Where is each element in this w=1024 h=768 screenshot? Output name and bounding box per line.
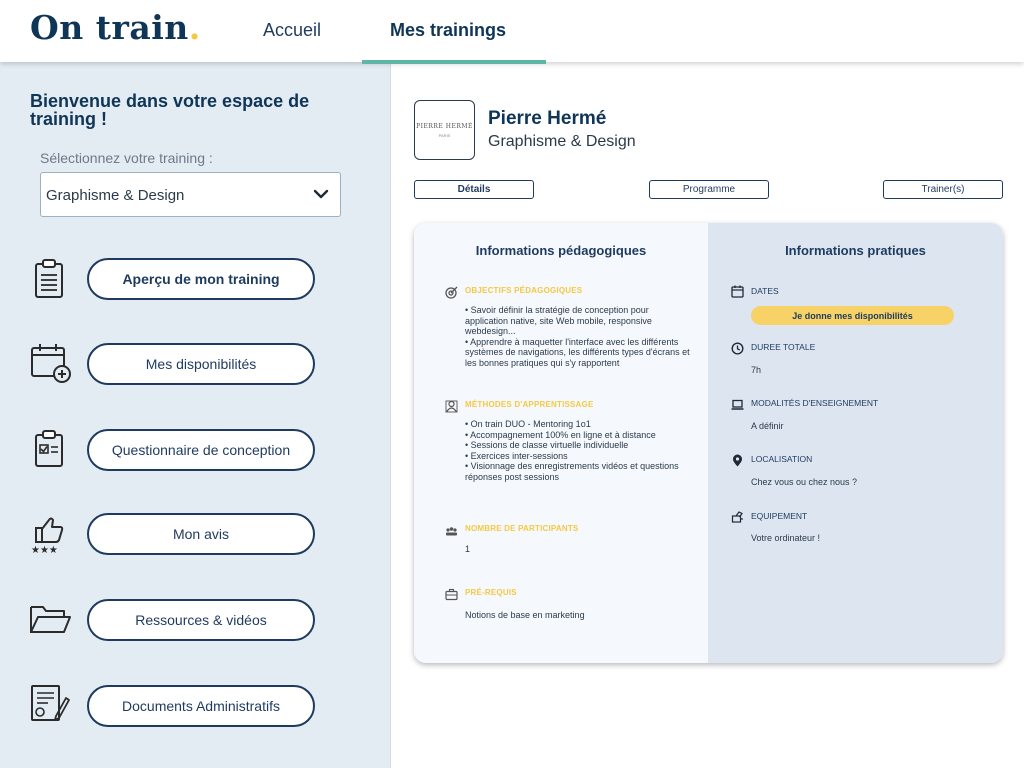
method-item: • Visionnage des enregistrements vidéos …: [465, 461, 679, 482]
avatar-logo-text: PIERRE HERMÉ: [416, 122, 473, 130]
chevron-down-icon: [313, 189, 329, 199]
participants-title: NOMBRE DE PARTICIPANTS: [465, 524, 579, 533]
briefcase-icon: [445, 588, 458, 601]
apercu-training-button[interactable]: Aperçu de mon training: [87, 258, 315, 300]
logo-dot: .: [188, 8, 201, 47]
ressources-videos-button[interactable]: Ressources & vidéos: [87, 599, 315, 641]
logo-text: On train: [30, 8, 189, 47]
disponibilites-button[interactable]: Mes disponibilités: [87, 343, 315, 385]
method-item: • Accompagnement 100% en ligne et à dist…: [465, 429, 656, 440]
teacher-icon: [445, 400, 458, 413]
info-card: Informations pédagogiques OBJECTIFS PÉDA…: [414, 223, 1003, 663]
documents-administratifs-button[interactable]: Documents Administratifs: [87, 685, 315, 727]
select-label: Sélectionnez votre training :: [40, 150, 213, 166]
objective-item: • Apprendre à maquetter l'interface avec…: [465, 336, 690, 368]
menu-row-ressources: Ressources & vidéos: [0, 586, 391, 646]
thumbs-up-stars-icon: ★★★: [31, 517, 64, 554]
method-item: • On train DUO - Mentoring 1o1: [465, 419, 591, 429]
equipment-icon: [731, 511, 743, 523]
practical-title: Informations pratiques: [785, 243, 926, 258]
objectives-title: OBJECTIFS PÉDAGOGIQUES: [465, 286, 583, 295]
questionnaire-button[interactable]: Questionnaire de conception: [87, 429, 315, 471]
app-logo[interactable]: On train.: [30, 8, 201, 47]
location-value: Chez vous ou chez nous ?: [751, 477, 858, 487]
calendar-icon: [731, 285, 744, 298]
training-name: Graphisme & Design: [488, 133, 636, 150]
prereq-title: PRÉ-REQUIS: [465, 588, 517, 597]
nav-mes-trainings[interactable]: Mes trainings: [390, 20, 506, 41]
location-title: LOCALISATION: [751, 454, 813, 464]
menu-row-apercu: Aperçu de mon training: [0, 245, 391, 305]
menu-row-disponibilites: Mes disponibilités: [0, 330, 391, 390]
document-sign-icon: [31, 685, 70, 721]
objectives-list: • Savoir définir la stratégie de concept…: [465, 305, 690, 368]
menu-row-questionnaire: Questionnaire de conception: [0, 416, 391, 476]
modalities-value: A définir: [751, 421, 784, 431]
active-nav-indicator: [362, 60, 546, 64]
prereq-value: Notions de base en marketing: [465, 610, 585, 620]
give-availability-button[interactable]: Je donne mes disponibilités: [751, 306, 954, 325]
svg-text:★★★: ★★★: [31, 545, 58, 554]
clipboard-list-icon: [35, 259, 63, 298]
sidebar: Bienvenue dans votre espace de training …: [0, 62, 391, 768]
pedagogic-info-panel: Informations pédagogiques OBJECTIFS PÉDA…: [414, 223, 708, 663]
tab-programme[interactable]: Programme: [649, 180, 769, 199]
equipment-title: EQUIPEMENT: [751, 511, 808, 521]
clock-icon: [731, 342, 744, 355]
methods-title: MÉTHODES D'APPRENTISSAGE: [465, 400, 594, 409]
duration-value: 7h: [751, 365, 762, 375]
location-pin-icon: [733, 454, 742, 467]
folder-icon: [30, 606, 71, 633]
modalities-title: MODALITÉS D'ENSEIGNEMENT: [751, 398, 879, 408]
duration-title: DUREE TOTALE: [751, 342, 816, 352]
methods-list: • On train DUO - Mentoring 1o1 • Accompa…: [465, 419, 690, 482]
objective-item: • Savoir définir la stratégie de concept…: [465, 305, 652, 336]
nav-accueil[interactable]: Accueil: [263, 20, 321, 41]
participants-value: 1: [465, 544, 471, 554]
trainer-name: Pierre Hermé: [488, 108, 607, 129]
dates-title: DATES: [751, 286, 779, 296]
practical-info-panel: Informations pratiques DATES Je donne me…: [708, 223, 1003, 663]
target-icon: [445, 286, 458, 299]
tab-trainers[interactable]: Trainer(s): [883, 180, 1003, 199]
equipment-value: Votre ordinateur !: [751, 533, 821, 543]
method-item: • Sessions de classe virtuelle individue…: [465, 440, 629, 450]
pedagogic-title: Informations pédagogiques: [475, 243, 647, 258]
menu-row-avis: ★★★ Mon avis: [0, 500, 391, 560]
welcome-title: Bienvenue dans votre espace de training …: [30, 91, 310, 129]
avatar-logo-sub: PARIS: [438, 132, 451, 138]
training-select[interactable]: Graphisme & Design: [40, 172, 341, 217]
group-icon: [446, 527, 457, 536]
mon-avis-button[interactable]: Mon avis: [87, 513, 315, 555]
clipboard-check-icon: [35, 430, 63, 467]
laptop-icon: [731, 399, 744, 410]
calendar-add-icon: [31, 344, 71, 383]
training-select-value: Graphisme & Design: [46, 187, 185, 204]
tab-details[interactable]: Détails: [414, 180, 534, 199]
menu-row-documents: Documents Administratifs: [0, 672, 391, 732]
trainer-avatar: PIERRE HERMÉ PARIS: [414, 100, 475, 160]
top-header: On train. Accueil Mes trainings: [0, 0, 1024, 64]
method-item: • Exercices inter-sessions: [465, 450, 568, 461]
